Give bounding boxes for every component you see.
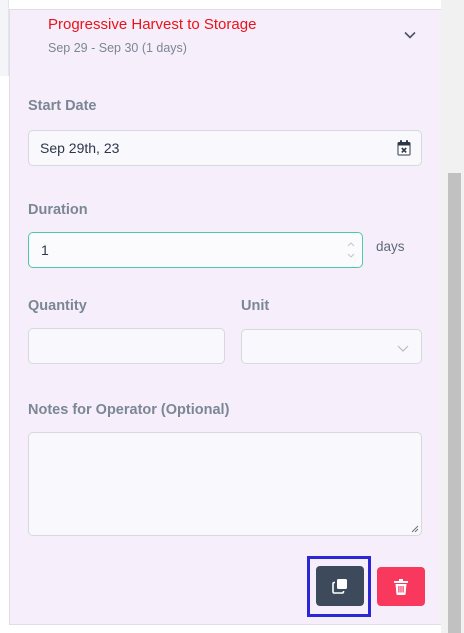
duration-input[interactable]: 1 [28, 232, 363, 268]
left-gutter [0, 0, 9, 633]
scrollbar-thumb[interactable] [448, 173, 461, 633]
duration-value: 1 [41, 242, 49, 258]
duration-label: Duration [28, 202, 88, 218]
notes-label: Notes for Operator (Optional) [28, 402, 230, 418]
trash-icon [394, 578, 408, 595]
duration-unit: days [376, 239, 405, 254]
delete-step-button[interactable] [377, 567, 425, 606]
quantity-input[interactable] [28, 328, 225, 364]
duplicate-step-button[interactable] [316, 566, 364, 606]
adjacent-panel-edge [0, 0, 9, 76]
quantity-label: Quantity [28, 298, 87, 314]
calendar-clear-icon[interactable] [397, 140, 411, 156]
chevron-down-icon [397, 345, 409, 352]
step-dates: Sep 29 - Sep 30 (1 days) [48, 41, 187, 55]
resize-grip-icon[interactable] [411, 525, 419, 533]
start-date-label: Start Date [28, 98, 97, 114]
chevron-down-icon[interactable] [403, 28, 417, 42]
unit-select[interactable] [241, 329, 422, 364]
start-date-input[interactable]: Sep 29th, 23 [28, 130, 422, 166]
notes-textarea[interactable] [28, 432, 422, 536]
start-date-value: Sep 29th, 23 [40, 140, 120, 156]
copy-icon [332, 579, 347, 594]
step-title: Progressive Harvest to Storage [48, 16, 257, 33]
number-stepper-icon[interactable] [346, 237, 356, 263]
unit-label: Unit [241, 298, 270, 314]
